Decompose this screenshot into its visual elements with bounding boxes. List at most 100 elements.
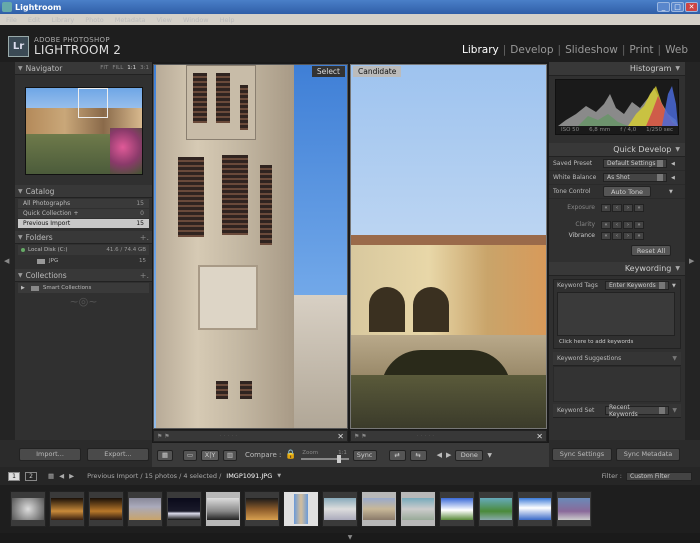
secondary-window-button[interactable]: 2 — [25, 471, 37, 481]
keyword-tags-select[interactable]: Enter Keywords — [605, 281, 669, 290]
vibrance-plus-button[interactable]: › — [623, 231, 633, 240]
menu-library[interactable]: Library — [51, 16, 74, 24]
vibrance-minus2-button[interactable]: « — [601, 231, 611, 240]
flag-icon[interactable]: ⚑ ⚑ — [157, 433, 170, 440]
exposure-minus2-button[interactable]: « — [601, 203, 611, 212]
back-icon[interactable]: ◀ — [59, 472, 64, 480]
loupe-view-icon[interactable]: ▭ — [183, 449, 197, 461]
nav-fill[interactable]: FILL — [112, 65, 123, 71]
menu-file[interactable]: File — [6, 16, 17, 24]
menu-photo[interactable]: Photo — [85, 16, 104, 24]
left-panel-toggle[interactable]: ◀ — [0, 62, 15, 440]
saved-preset-select[interactable]: Default Settings — [603, 159, 667, 168]
import-button[interactable]: Import... — [19, 448, 81, 461]
sync-metadata-button[interactable]: Sync Metadata — [616, 448, 680, 461]
collections-header[interactable]: ▼ Collections +. — [15, 269, 152, 282]
toolbar-menu-icon[interactable]: ▼ — [487, 452, 492, 459]
module-develop[interactable]: Develop — [506, 44, 557, 56]
filmstrip-thumbnail[interactable] — [322, 491, 358, 527]
close-icon[interactable]: ✕ — [685, 2, 698, 12]
filmstrip-thumbnail[interactable] — [517, 491, 553, 527]
filmstrip-thumbnail[interactable] — [244, 491, 280, 527]
filmstrip-thumbnail[interactable] — [439, 491, 475, 527]
catalog-quick-collection[interactable]: Quick Collection +0 — [18, 209, 149, 218]
menu-metadata[interactable]: Metadata — [115, 16, 146, 24]
rating-stars[interactable]: ····· — [220, 433, 240, 440]
primary-window-button[interactable]: 1 — [8, 471, 20, 481]
expand-icon[interactable]: ▼ — [669, 189, 673, 195]
filmstrip-source[interactable]: Previous Import / 15 photos / 4 selected… — [87, 472, 221, 480]
expand-icon[interactable]: ◀ — [671, 175, 675, 181]
folders-header[interactable]: ▼ Folders +. — [15, 231, 152, 244]
grid-icon[interactable]: ▦ — [48, 472, 54, 480]
maximize-icon[interactable]: □ — [671, 2, 684, 12]
keyword-input-area[interactable] — [557, 292, 675, 336]
filmstrip-thumbnail[interactable] — [88, 491, 124, 527]
filmstrip-thumbnail[interactable] — [127, 491, 163, 527]
clarity-minus2-button[interactable]: « — [601, 220, 611, 229]
sync-button[interactable]: Sync — [352, 449, 377, 461]
close-select-icon[interactable]: ✕ — [337, 432, 344, 441]
expand-icon[interactable]: ◀ — [671, 161, 675, 167]
make-select-icon[interactable]: ⇆ — [409, 449, 427, 461]
filmstrip-thumbnail[interactable] — [478, 491, 514, 527]
keyword-suggestions-box[interactable] — [553, 366, 681, 402]
filmstrip-thumbnail[interactable] — [556, 491, 592, 527]
filename-dropdown-icon[interactable]: ▼ — [277, 473, 281, 479]
disk-row[interactable]: Local Disk (C:) 41.6 / 74.4 GB — [18, 245, 149, 255]
clarity-minus-button[interactable]: ‹ — [612, 220, 622, 229]
nav-fit[interactable]: FIT — [100, 65, 108, 71]
auto-tone-button[interactable]: Auto Tone — [603, 186, 651, 197]
filter-select[interactable]: Custom Filter — [626, 471, 692, 481]
navigator-preview[interactable] — [24, 87, 143, 175]
filmstrip-thumbnail[interactable] — [283, 491, 319, 527]
module-print[interactable]: Print — [625, 44, 657, 56]
add-collection-icon[interactable]: +. — [140, 271, 149, 280]
export-button[interactable]: Export... — [87, 448, 149, 461]
compare-view-button[interactable]: X|Y — [201, 449, 219, 461]
catalog-header[interactable]: ▼ Catalog — [15, 185, 152, 198]
close-candidate-icon[interactable]: ✕ — [536, 432, 543, 441]
zoom-slider[interactable] — [300, 455, 349, 463]
filmstrip-thumbnail[interactable] — [49, 491, 85, 527]
candidate-photo[interactable]: Candidate — [350, 64, 547, 429]
bottom-panel-toggle[interactable]: ▼ — [0, 533, 700, 543]
sync-settings-button[interactable]: Sync Settings — [552, 448, 612, 461]
done-button[interactable]: Done — [455, 449, 484, 461]
survey-view-icon[interactable]: ▥ — [223, 449, 237, 461]
smart-collections[interactable]: ▶ Smart Collections — [18, 283, 149, 293]
module-slideshow[interactable]: Slideshow — [561, 44, 622, 56]
catalog-all-photographs[interactable]: All Photographs 15 — [18, 199, 149, 208]
menu-edit[interactable]: Edit — [28, 16, 41, 24]
navigator-header[interactable]: ▼ Navigator FIT FILL 1:1 3:1 — [15, 62, 152, 75]
menu-help[interactable]: Help — [220, 16, 235, 24]
add-folder-icon[interactable]: +. — [140, 233, 149, 242]
next-icon[interactable]: ▶ — [446, 451, 451, 459]
clarity-plus-button[interactable]: › — [623, 220, 633, 229]
reset-all-button[interactable]: Reset All — [631, 245, 671, 256]
module-web[interactable]: Web — [661, 44, 692, 56]
expand-icon[interactable]: ▼ — [672, 283, 676, 289]
module-library[interactable]: Library — [458, 44, 503, 56]
zoom-slider-handle[interactable] — [336, 455, 341, 463]
right-panel-toggle[interactable]: ▶ — [685, 62, 700, 440]
minimize-icon[interactable]: _ — [657, 2, 670, 12]
expand-icon[interactable]: ▼ — [672, 407, 677, 414]
nav-3to1[interactable]: 3:1 — [140, 65, 149, 71]
keywording-header[interactable]: Keywording ▼ — [549, 262, 685, 276]
exposure-plus-button[interactable]: › — [623, 203, 633, 212]
histogram-graph[interactable]: ISO 50 6,8 mm f / 4,0 1/250 sec — [555, 79, 679, 135]
lock-icon[interactable]: 🔒 — [285, 450, 296, 460]
filmstrip-thumbnail[interactable] — [400, 491, 436, 527]
white-balance-select[interactable]: As Shot — [603, 173, 667, 182]
prev-icon[interactable]: ◀ — [437, 451, 442, 459]
catalog-previous-import[interactable]: Previous Import 15 — [18, 219, 149, 228]
forward-icon[interactable]: ▶ — [69, 472, 74, 480]
clarity-plus2-button[interactable]: » — [634, 220, 644, 229]
select-photo[interactable]: Select — [153, 64, 348, 429]
zoom-region[interactable] — [77, 88, 108, 118]
rating-stars[interactable]: ····· — [417, 433, 437, 440]
menu-view[interactable]: View — [157, 16, 172, 24]
grid-view-icon[interactable]: ▦ — [157, 449, 173, 461]
quickdevelop-header[interactable]: Quick Develop ▼ — [549, 143, 685, 157]
